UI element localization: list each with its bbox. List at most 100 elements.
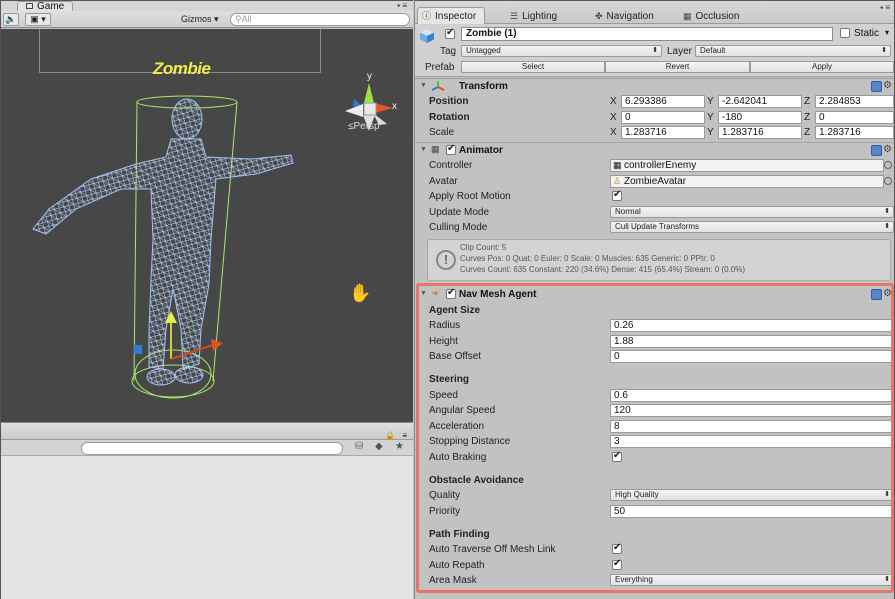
prefab-apply-button[interactable]: Apply bbox=[750, 61, 894, 73]
speed-field[interactable]: 0.6 bbox=[610, 389, 894, 402]
auto-repath-label: Auto Repath bbox=[429, 560, 485, 571]
position-row: Position X 6.293386 Y -2.642041 Z 2.2848… bbox=[429, 94, 894, 109]
filter-label-icon[interactable]: ◆ bbox=[375, 441, 383, 452]
update-mode-row: Update Mode Normal ⬍ bbox=[429, 205, 894, 220]
gear-icon[interactable]: ⚙ bbox=[883, 144, 892, 155]
audio-toggle-button[interactable]: 🔈 bbox=[3, 13, 19, 26]
tab-navigation[interactable]: ✤ Navigation bbox=[595, 8, 654, 24]
obstacle-avoidance-heading: Obstacle Avoidance bbox=[429, 475, 524, 486]
rotation-z-field[interactable]: 0 bbox=[815, 111, 894, 124]
object-header: Zombie (1) Static ▾ Tag Untagged⬍ Layer … bbox=[415, 24, 894, 77]
gear-icon[interactable]: ⚙ bbox=[883, 80, 892, 91]
lock-icon[interactable]: 🔒 bbox=[385, 431, 395, 440]
avatar-object-field[interactable]: ♙ ZombieAvatar bbox=[610, 175, 884, 188]
height-field[interactable]: 1.88 bbox=[610, 335, 894, 348]
update-mode-dropdown[interactable]: Normal ⬍ bbox=[610, 206, 894, 218]
prefab-revert-button[interactable]: Revert bbox=[605, 61, 750, 73]
foldout-arrow-icon[interactable]: ▼ bbox=[420, 290, 427, 297]
radius-field[interactable]: 0.26 bbox=[610, 319, 894, 332]
rotation-y-field[interactable]: -180 bbox=[718, 111, 802, 124]
radius-label: Radius bbox=[429, 320, 461, 331]
axis-z-label: Z bbox=[804, 127, 811, 138]
tag-dropdown[interactable]: Untagged ⬍ bbox=[461, 45, 662, 57]
avatar-value: ZombieAvatar bbox=[624, 176, 687, 187]
height-row: Height 1.88 bbox=[429, 334, 894, 349]
auto-traverse-label: Auto Traverse Off Mesh Link bbox=[429, 544, 556, 555]
culling-mode-dropdown[interactable]: Cull Update Transforms ⬍ bbox=[610, 221, 894, 233]
tab-occlusion[interactable]: ▦ Occlusion bbox=[683, 8, 739, 24]
object-active-checkbox[interactable] bbox=[445, 27, 455, 39]
controller-object-field[interactable]: ▦ controllerEnemy bbox=[610, 159, 884, 172]
area-mask-row: Area Mask Everything ⬍ bbox=[429, 573, 894, 588]
priority-label: Priority bbox=[429, 506, 461, 517]
prefab-label: Prefab bbox=[425, 62, 455, 73]
help-book-icon[interactable] bbox=[871, 81, 882, 92]
prefab-select-button[interactable]: Select bbox=[461, 61, 605, 73]
scale-row: Scale X 1.283716 Y 1.283716 Z 1.283716 bbox=[429, 125, 894, 140]
window-menu-icon[interactable]: ▪ ≡ bbox=[880, 3, 890, 12]
foldout-arrow-icon[interactable]: ▼ bbox=[420, 82, 427, 89]
auto-traverse-checkbox[interactable] bbox=[612, 542, 622, 554]
project-search-input[interactable] bbox=[81, 442, 343, 455]
tag-value: Untagged bbox=[466, 46, 501, 55]
animator-enabled-checkbox[interactable] bbox=[446, 143, 456, 155]
rotation-x-field[interactable]: 0 bbox=[621, 111, 705, 124]
auto-braking-checkbox[interactable] bbox=[612, 450, 622, 462]
help-book-icon[interactable] bbox=[871, 145, 882, 156]
panel-menu-icon[interactable]: ≡ bbox=[402, 431, 407, 440]
nav-agent-icon: ➜ bbox=[431, 288, 439, 298]
auto-repath-checkbox[interactable] bbox=[612, 558, 622, 570]
scene-search-input[interactable]: ⚲All bbox=[230, 13, 410, 26]
help-book-icon[interactable] bbox=[871, 289, 882, 300]
controller-row: Controller ▦ controllerEnemy bbox=[429, 158, 894, 173]
projection-toggle[interactable]: ≤Persp bbox=[348, 121, 380, 132]
object-name-field[interactable]: Zombie (1) bbox=[461, 27, 833, 41]
stopping-distance-field[interactable]: 3 bbox=[610, 435, 894, 448]
object-picker-icon[interactable] bbox=[884, 177, 892, 185]
area-mask-dropdown[interactable]: Everything ⬍ bbox=[610, 574, 894, 586]
gizmo-x-label: x bbox=[392, 101, 397, 112]
nav-agent-enabled-checkbox[interactable] bbox=[446, 287, 456, 299]
tab-lighting[interactable]: ☰ Lighting bbox=[510, 8, 557, 24]
quality-dropdown[interactable]: High Quality ⬍ bbox=[610, 489, 894, 501]
foldout-arrow-icon[interactable]: ▼ bbox=[420, 146, 427, 153]
tab-inspector[interactable]: ⓘ Inspector bbox=[417, 7, 486, 24]
acceleration-field[interactable]: 8 bbox=[610, 420, 894, 433]
game-tab-icon bbox=[26, 3, 33, 10]
layer-dropdown[interactable]: Default ⬍ bbox=[695, 45, 891, 57]
nav-mesh-agent-title: Nav Mesh Agent bbox=[459, 289, 537, 300]
position-y-field[interactable]: -2.642041 bbox=[718, 95, 802, 108]
transform-header[interactable]: ▼ Transform ⚙ bbox=[415, 79, 894, 95]
base-offset-field[interactable]: 0 bbox=[610, 350, 894, 363]
position-z-field[interactable]: 2.284853 bbox=[815, 95, 894, 108]
auto-braking-row: Auto Braking bbox=[429, 450, 894, 465]
avatar-icon: ♙ bbox=[613, 176, 622, 186]
favorites-star-icon[interactable]: ★ bbox=[395, 441, 404, 452]
scale-z-field[interactable]: 1.283716 bbox=[815, 126, 894, 139]
nav-mesh-agent-header[interactable]: ▼ ➜ Nav Mesh Agent ⚙ bbox=[415, 287, 894, 303]
animator-header[interactable]: ▼ ▦ Animator ⚙ bbox=[415, 143, 894, 159]
stopping-distance-label: Stopping Distance bbox=[429, 436, 511, 447]
gizmos-label: Gizmos bbox=[181, 14, 212, 24]
speaker-icon: 🔈 bbox=[5, 14, 17, 24]
chevron-down-icon[interactable]: ▾ bbox=[885, 28, 889, 37]
inspector-panel: ⓘ Inspector ☰ Lighting ✤ Navigation ▦ Occlus… bbox=[414, 0, 895, 599]
auto-repath-row: Auto Repath bbox=[429, 558, 894, 573]
render-mode-dropdown[interactable]: ▣ ▾ bbox=[25, 13, 51, 26]
scale-y-field[interactable]: 1.283716 bbox=[718, 126, 802, 139]
priority-field[interactable]: 50 bbox=[610, 505, 894, 518]
tag-label: Tag bbox=[440, 46, 457, 57]
window-menu-icon[interactable]: ▪ ≡ bbox=[397, 1, 407, 10]
angular-speed-field[interactable]: 120 bbox=[610, 404, 894, 417]
object-picker-icon[interactable] bbox=[884, 161, 892, 169]
info-line: Curves Count: 635 Constant: 220 (34.6%) … bbox=[460, 265, 746, 274]
static-checkbox[interactable] bbox=[840, 28, 850, 38]
gizmos-dropdown[interactable]: Gizmos ▾ bbox=[181, 13, 219, 26]
position-x-field[interactable]: 6.293386 bbox=[621, 95, 705, 108]
scene-viewport[interactable]: Zombie y x ≤Persp ✋ bbox=[1, 29, 413, 422]
scale-x-field[interactable]: 1.283716 bbox=[621, 126, 705, 139]
filter-type-icon[interactable]: ⛁ bbox=[355, 441, 363, 452]
gear-icon[interactable]: ⚙ bbox=[883, 288, 892, 299]
apply-root-motion-checkbox[interactable] bbox=[612, 189, 622, 201]
game-tabstrip: Game ▪ ≡ bbox=[1, 1, 413, 12]
